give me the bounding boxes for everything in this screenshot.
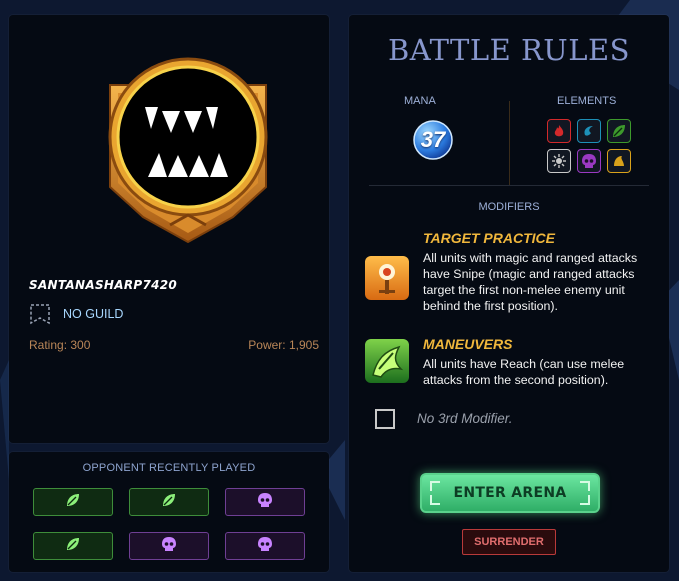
opponent-splinter-death <box>129 532 209 560</box>
enter-arena-label: ENTER ARENA <box>453 485 567 501</box>
target-practice-icon <box>365 256 409 300</box>
opponent-title: OPPONENT RECENTLY PLAYED <box>82 462 256 474</box>
modifier-description: All units have Reach (can use melee atta… <box>423 357 625 387</box>
leaf-icon <box>161 492 177 513</box>
elements-label: ELEMENTS <box>557 95 617 107</box>
opponent-splinter-earth <box>129 488 209 516</box>
element-fire <box>547 119 571 143</box>
modifier-title: TARGET PRACTICE <box>423 230 555 246</box>
element-death <box>577 149 601 173</box>
mana-label: MANA <box>404 95 436 107</box>
water-icon <box>582 124 596 138</box>
player-power: Power: 1,905 <box>248 338 319 352</box>
surrender-button[interactable]: SURRENDER <box>462 529 556 555</box>
opponent-splinter-earth <box>33 532 113 560</box>
fire-icon <box>552 124 566 138</box>
sun-icon <box>552 154 566 168</box>
bracket-decoration <box>430 495 440 505</box>
bracket-decoration <box>580 495 590 505</box>
divider <box>369 185 649 186</box>
player-panel: SANTANASHARP7420 NO GUILD Rating: 300 Po… <box>9 15 329 443</box>
skull-icon <box>581 153 597 169</box>
opponent-panel: OPPONENT RECENTLY PLAYED <box>9 452 329 572</box>
element-dragon <box>607 149 631 173</box>
bracket-decoration <box>580 481 590 491</box>
empty-modifier-checkbox <box>375 409 395 429</box>
element-water <box>577 119 601 143</box>
player-rating: Rating: 300 <box>29 338 91 352</box>
leaf-icon <box>65 492 81 513</box>
enter-arena-button[interactable]: ENTER ARENA <box>420 473 600 513</box>
dragon-icon <box>612 154 626 168</box>
bracket-decoration <box>430 481 440 491</box>
divider <box>509 101 510 185</box>
guild-row[interactable]: NO GUILD <box>29 302 123 326</box>
skull-icon <box>161 536 177 557</box>
skull-icon <box>257 536 273 557</box>
surrender-label: SURRENDER <box>474 536 544 548</box>
skull-icon <box>257 492 273 513</box>
modifier-description: All units with magic and ranged attacks … <box>423 251 638 313</box>
player-badge <box>108 57 268 244</box>
modifiers-label: MODIFIERS <box>478 201 540 213</box>
leaf-icon <box>65 536 81 557</box>
empty-modifier-label: No 3rd Modifier. <box>417 411 513 426</box>
guild-label: NO GUILD <box>63 307 124 321</box>
maneuvers-icon <box>365 339 409 383</box>
guild-banner-icon <box>30 304 50 325</box>
element-earth <box>607 119 631 143</box>
element-life <box>547 149 571 173</box>
battle-rules-panel: BATTLE RULES MANA ELEMENTS 37 MODIFIERS … <box>349 15 669 572</box>
opponent-splinter-death <box>225 532 305 560</box>
mana-value: 37 <box>420 127 446 152</box>
player-name: SANTANASHARP7420 <box>29 278 178 292</box>
opponent-splinter-death <box>225 488 305 516</box>
modifier-title: MANEUVERS <box>423 336 513 352</box>
opponent-splinter-earth <box>33 488 113 516</box>
battle-rules-title: BATTLE RULES <box>387 33 631 67</box>
leaf-icon <box>611 123 627 139</box>
